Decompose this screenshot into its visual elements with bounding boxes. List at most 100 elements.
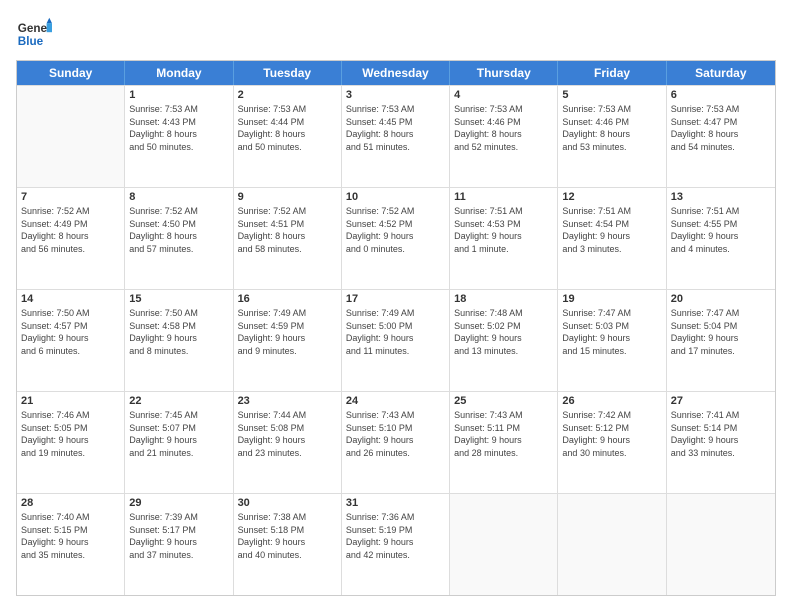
empty-cell (558, 494, 666, 595)
day-info: Sunrise: 7:39 AMSunset: 5:17 PMDaylight:… (129, 511, 228, 561)
header-day-tuesday: Tuesday (234, 61, 342, 85)
day-cell-16: 16 Sunrise: 7:49 AMSunset: 4:59 PMDayligh… (234, 290, 342, 391)
day-info: Sunrise: 7:53 AMSunset: 4:46 PMDaylight:… (562, 103, 661, 153)
day-info: Sunrise: 7:49 AMSunset: 5:00 PMDaylight:… (346, 307, 445, 357)
day-number: 26 (562, 395, 661, 407)
header: General Blue (16, 16, 776, 52)
week-row-0: 1Sunrise: 7:53 AMSunset: 4:43 PMDaylight… (17, 85, 775, 187)
day-cell-24: 24 Sunrise: 7:43 AMSunset: 5:10 PMDayligh… (342, 392, 450, 493)
calendar: SundayMondayTuesdayWednesdayThursdayFrid… (16, 60, 776, 596)
day-info: Sunrise: 7:53 AMSunset: 4:45 PMDaylight:… (346, 103, 445, 153)
day-number: 21 (21, 395, 120, 407)
week-row-1: 7 Sunrise: 7:52 AMSunset: 4:49 PMDaylight… (17, 187, 775, 289)
empty-cell (450, 494, 558, 595)
day-info: Sunrise: 7:41 AMSunset: 5:14 PMDaylight:… (671, 409, 771, 459)
page: General Blue SundayMondayTuesdayWednesda… (0, 0, 792, 612)
day-cell-13: 13 Sunrise: 7:51 AMSunset: 4:55 PMDayligh… (667, 188, 775, 289)
day-number: 15 (129, 293, 228, 305)
day-info: Sunrise: 7:48 AMSunset: 5:02 PMDaylight:… (454, 307, 553, 357)
day-info: Sunrise: 7:51 AMSunset: 4:54 PMDaylight:… (562, 205, 661, 255)
day-cell-4: 4 Sunrise: 7:53 AMSunset: 4:46 PMDaylight… (450, 86, 558, 187)
header-day-monday: Monday (125, 61, 233, 85)
day-info: Sunrise: 7:49 AMSunset: 4:59 PMDaylight:… (238, 307, 337, 357)
day-number: 5 (562, 89, 661, 101)
day-number: 3 (346, 89, 445, 101)
day-cell-26: 26 Sunrise: 7:42 AMSunset: 5:12 PMDayligh… (558, 392, 666, 493)
day-cell-22: 22Sunrise: 7:45 AMSunset: 5:07 PMDayligh… (125, 392, 233, 493)
day-cell-15: 15 Sunrise: 7:50 AMSunset: 4:58 PMDayligh… (125, 290, 233, 391)
day-number: 30 (238, 497, 337, 509)
day-info: Sunrise: 7:51 AMSunset: 4:53 PMDaylight:… (454, 205, 553, 255)
calendar-header: SundayMondayTuesdayWednesdayThursdayFrid… (17, 61, 775, 85)
day-number: 23 (238, 395, 337, 407)
day-info: Sunrise: 7:47 AMSunset: 5:03 PMDaylight:… (562, 307, 661, 357)
day-cell-20: 20 Sunrise: 7:47 AMSunset: 5:04 PMDayligh… (667, 290, 775, 391)
day-number: 13 (671, 191, 771, 203)
day-number: 2 (238, 89, 337, 101)
calendar-body: 1Sunrise: 7:53 AMSunset: 4:43 PMDaylight… (17, 85, 775, 595)
day-info: Sunrise: 7:52 AMSunset: 4:52 PMDaylight:… (346, 205, 445, 255)
day-number: 29 (129, 497, 228, 509)
day-number: 27 (671, 395, 771, 407)
day-cell-29: 29 Sunrise: 7:39 AMSunset: 5:17 PMDayligh… (125, 494, 233, 595)
day-number: 16 (238, 293, 337, 305)
day-info: Sunrise: 7:52 AMSunset: 4:49 PMDaylight:… (21, 205, 120, 255)
day-number: 25 (454, 395, 553, 407)
day-cell-23: 23 Sunrise: 7:44 AMSunset: 5:08 PMDayligh… (234, 392, 342, 493)
day-cell-2: 2 Sunrise: 7:53 AMSunset: 4:44 PMDaylight… (234, 86, 342, 187)
logo-icon: General Blue (16, 16, 52, 52)
day-cell-25: 25 Sunrise: 7:43 AMSunset: 5:11 PMDayligh… (450, 392, 558, 493)
day-cell-5: 5 Sunrise: 7:53 AMSunset: 4:46 PMDaylight… (558, 86, 666, 187)
day-cell-21: 21 Sunrise: 7:46 AMSunset: 5:05 PMDayligh… (17, 392, 125, 493)
day-cell-31: 31Sunrise: 7:36 AMSunset: 5:19 PMDayligh… (342, 494, 450, 595)
day-cell-1: 1Sunrise: 7:53 AMSunset: 4:43 PMDaylight… (125, 86, 233, 187)
day-info: Sunrise: 7:50 AMSunset: 4:58 PMDaylight:… (129, 307, 228, 357)
day-number: 18 (454, 293, 553, 305)
day-info: Sunrise: 7:42 AMSunset: 5:12 PMDaylight:… (562, 409, 661, 459)
header-day-sunday: Sunday (17, 61, 125, 85)
day-info: Sunrise: 7:43 AMSunset: 5:10 PMDaylight:… (346, 409, 445, 459)
empty-cell (17, 86, 125, 187)
day-info: Sunrise: 7:47 AMSunset: 5:04 PMDaylight:… (671, 307, 771, 357)
day-cell-11: 11 Sunrise: 7:51 AMSunset: 4:53 PMDayligh… (450, 188, 558, 289)
day-info: Sunrise: 7:50 AMSunset: 4:57 PMDaylight:… (21, 307, 120, 357)
day-number: 17 (346, 293, 445, 305)
day-info: Sunrise: 7:53 AMSunset: 4:46 PMDaylight:… (454, 103, 553, 153)
svg-text:Blue: Blue (18, 35, 44, 48)
day-number: 19 (562, 293, 661, 305)
day-info: Sunrise: 7:53 AMSunset: 4:44 PMDaylight:… (238, 103, 337, 153)
day-number: 6 (671, 89, 771, 101)
week-row-3: 21 Sunrise: 7:46 AMSunset: 5:05 PMDayligh… (17, 391, 775, 493)
day-info: Sunrise: 7:51 AMSunset: 4:55 PMDaylight:… (671, 205, 771, 255)
header-day-wednesday: Wednesday (342, 61, 450, 85)
day-cell-30: 30 Sunrise: 7:38 AMSunset: 5:18 PMDayligh… (234, 494, 342, 595)
day-number: 8 (129, 191, 228, 203)
day-info: Sunrise: 7:38 AMSunset: 5:18 PMDaylight:… (238, 511, 337, 561)
day-number: 24 (346, 395, 445, 407)
day-info: Sunrise: 7:52 AMSunset: 4:50 PMDaylight:… (129, 205, 228, 255)
day-number: 28 (21, 497, 120, 509)
day-cell-27: 27 Sunrise: 7:41 AMSunset: 5:14 PMDayligh… (667, 392, 775, 493)
day-number: 1 (129, 89, 228, 101)
day-info: Sunrise: 7:43 AMSunset: 5:11 PMDaylight:… (454, 409, 553, 459)
day-number: 14 (21, 293, 120, 305)
day-number: 4 (454, 89, 553, 101)
day-number: 11 (454, 191, 553, 203)
day-cell-12: 12Sunrise: 7:51 AMSunset: 4:54 PMDayligh… (558, 188, 666, 289)
day-number: 22 (129, 395, 228, 407)
day-number: 20 (671, 293, 771, 305)
day-cell-3: 3 Sunrise: 7:53 AMSunset: 4:45 PMDaylight… (342, 86, 450, 187)
day-number: 9 (238, 191, 337, 203)
day-cell-6: 6Sunrise: 7:53 AMSunset: 4:47 PMDaylight… (667, 86, 775, 187)
day-info: Sunrise: 7:40 AMSunset: 5:15 PMDaylight:… (21, 511, 120, 561)
day-number: 7 (21, 191, 120, 203)
day-info: Sunrise: 7:46 AMSunset: 5:05 PMDaylight:… (21, 409, 120, 459)
day-info: Sunrise: 7:44 AMSunset: 5:08 PMDaylight:… (238, 409, 337, 459)
day-cell-17: 17 Sunrise: 7:49 AMSunset: 5:00 PMDayligh… (342, 290, 450, 391)
week-row-4: 28 Sunrise: 7:40 AMSunset: 5:15 PMDayligh… (17, 493, 775, 595)
header-day-thursday: Thursday (450, 61, 558, 85)
day-cell-8: 8 Sunrise: 7:52 AMSunset: 4:50 PMDaylight… (125, 188, 233, 289)
day-number: 10 (346, 191, 445, 203)
day-cell-18: 18 Sunrise: 7:48 AMSunset: 5:02 PMDayligh… (450, 290, 558, 391)
day-cell-10: 10 Sunrise: 7:52 AMSunset: 4:52 PMDayligh… (342, 188, 450, 289)
